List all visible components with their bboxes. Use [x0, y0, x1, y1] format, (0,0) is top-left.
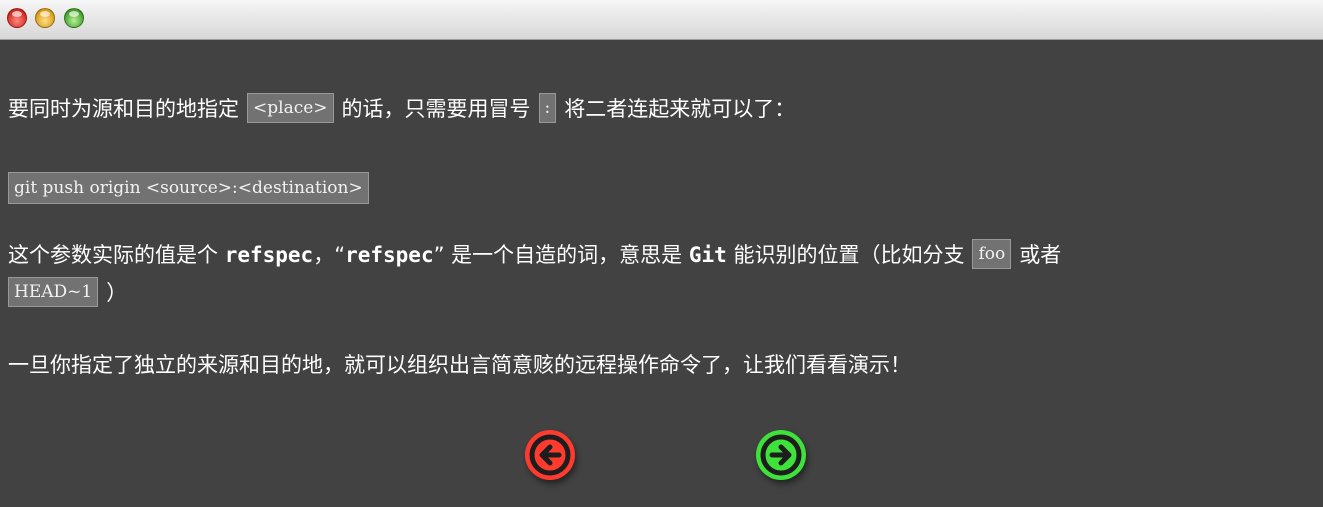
- command-paragraph: git push origin <source>:<destination>: [8, 167, 369, 205]
- text: ” 是一个自造的词，意思是: [433, 243, 683, 267]
- text: 要同时为源和目的地指定: [8, 97, 239, 121]
- close-window-button[interactable]: [7, 8, 27, 28]
- arrow-right-icon: [760, 434, 802, 476]
- zoom-window-button[interactable]: [64, 8, 84, 28]
- bold-term-refspec-quoted: refspec: [345, 243, 434, 267]
- inline-code-head: HEAD~1: [8, 277, 99, 307]
- text: 将二者连起来就可以了：: [564, 97, 796, 121]
- arrow-left-icon: [529, 434, 571, 476]
- bold-term-git: Git: [688, 243, 727, 267]
- text: ）: [106, 281, 128, 305]
- paragraph-line-2: HEAD~1 ）: [8, 274, 1061, 312]
- bold-term-refspec: refspec: [224, 243, 314, 267]
- lesson-content: 要同时为源和目的地指定 <place> 的话，只需要用冒号: 将二者连起来就可以了： …: [0, 40, 1323, 507]
- inline-code-foo: foo: [972, 239, 1012, 269]
- text: 或者: [1019, 243, 1062, 267]
- minimize-window-button[interactable]: [35, 8, 55, 28]
- inline-code-colon: :: [538, 93, 557, 123]
- command-code-block: git push origin <source>:<destination>: [8, 172, 369, 204]
- paragraph-demo: 一旦你指定了独立的来源和目的地，就可以组织出言简意赅的远程操作命令了，让我们看看…: [8, 353, 911, 377]
- inline-code-place: <place>: [247, 93, 334, 123]
- text: 这个参数实际的值是个: [8, 243, 218, 267]
- paragraph-intro: 要同时为源和目的地指定 <place> 的话，只需要用冒号: 将二者连起来就可以了：: [8, 90, 795, 128]
- next-button[interactable]: [756, 430, 806, 480]
- previous-button[interactable]: [525, 430, 575, 480]
- text: ，“: [313, 243, 346, 267]
- window-titlebar: [0, 0, 1323, 40]
- paragraph-refspec: 这个参数实际的值是个 refspec，“refspec” 是一个自造的词，意思是…: [8, 236, 1061, 312]
- text: 的话，只需要用冒号: [341, 97, 531, 121]
- text: 能识别的位置（比如分支: [733, 243, 965, 267]
